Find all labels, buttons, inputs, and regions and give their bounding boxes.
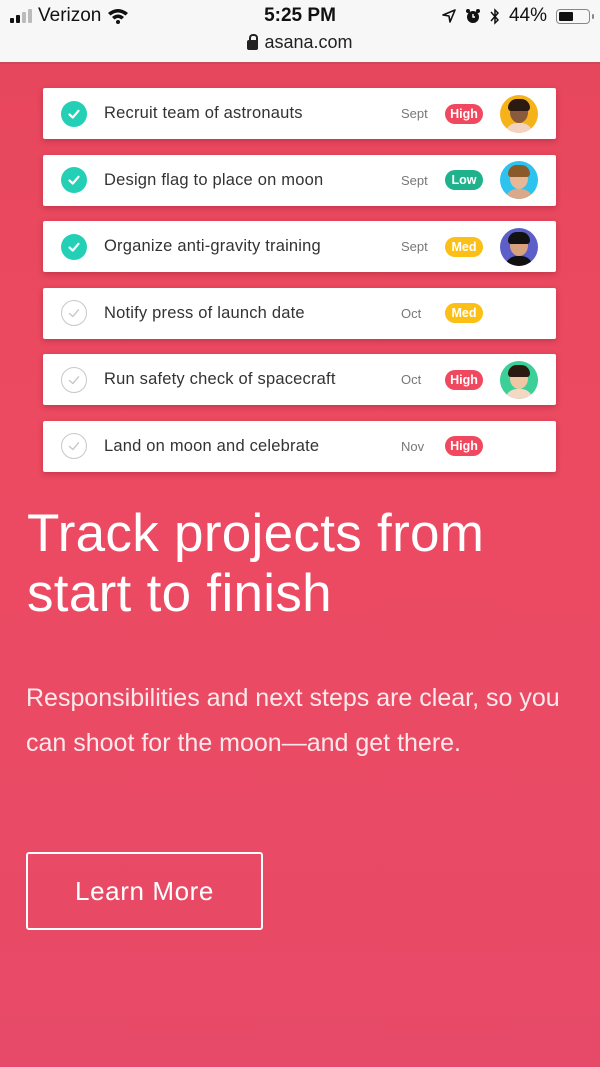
- checkmark-icon[interactable]: [61, 300, 87, 326]
- task-name: Design flag to place on moon: [104, 170, 324, 189]
- task-due-date: Sept: [401, 239, 428, 254]
- priority-badge: High: [445, 369, 483, 390]
- status-bar: Verizon 5:25 PM 44% asana.com: [0, 0, 600, 64]
- task-due-date: Sept: [401, 106, 428, 121]
- hero-body: Responsibilities and next steps are clea…: [26, 684, 560, 757]
- url-text: asana.com: [264, 32, 353, 52]
- address-bar[interactable]: asana.com: [0, 32, 600, 53]
- task-name: Organize anti-gravity training: [104, 237, 321, 255]
- task-row[interactable]: Recruit team of astronauts Sept High: [43, 88, 556, 139]
- assignee-avatar: [500, 161, 538, 199]
- task-name: Recruit team of astronauts: [104, 104, 303, 122]
- assignee-avatar: [500, 94, 538, 133]
- priority-badge: High: [445, 436, 483, 456]
- task-row[interactable]: Run safety check of spacecraft Oct High: [43, 354, 556, 405]
- task-due-date: Oct: [401, 372, 422, 387]
- learn-more-button[interactable]: Learn More: [26, 852, 263, 930]
- task-row[interactable]: Design flag to place on moon Sept Low: [43, 154, 556, 206]
- task-name: Land on moon and celebrate: [104, 436, 320, 455]
- priority-badge: Low: [445, 170, 483, 190]
- priority-badge: Med: [445, 303, 483, 323]
- task-row[interactable]: Notify press of launch date Oct Med: [43, 287, 556, 339]
- task-due-date: Nov: [401, 438, 425, 454]
- assignee-avatar: [500, 360, 538, 399]
- task-due-date: Oct: [401, 305, 422, 321]
- status-right: 44%: [442, 5, 594, 27]
- priority-badge: High: [445, 103, 483, 124]
- checkmark-icon[interactable]: [61, 433, 87, 459]
- hero-headline: Track projects from start to finish: [27, 504, 485, 623]
- task-row[interactable]: Land on moon and celebrate Nov High: [43, 420, 556, 472]
- task-list: Recruit team of astronauts Sept High Design…: [43, 88, 556, 487]
- checkmark-icon[interactable]: [61, 366, 87, 393]
- task-row[interactable]: Organize anti-gravity training Sept Med: [43, 221, 556, 272]
- lock-icon: [247, 33, 259, 50]
- priority-badge: Med: [445, 236, 483, 257]
- assignee-avatar: [500, 227, 538, 266]
- alarm-icon: [465, 9, 480, 23]
- location-icon: [442, 9, 456, 23]
- checkmark-icon[interactable]: [61, 167, 87, 193]
- task-due-date: Sept: [401, 172, 428, 188]
- checkmark-icon[interactable]: [61, 100, 87, 127]
- battery-percent: 44%: [508, 5, 547, 26]
- task-name: Notify press of launch date: [104, 303, 305, 322]
- battery-icon: [556, 8, 594, 24]
- checkmark-icon[interactable]: [61, 233, 87, 260]
- page-content: Recruit team of astronauts Sept High Design…: [0, 64, 600, 1067]
- bluetooth-icon: [490, 7, 499, 25]
- task-name: Run safety check of spacecraft: [104, 370, 336, 388]
